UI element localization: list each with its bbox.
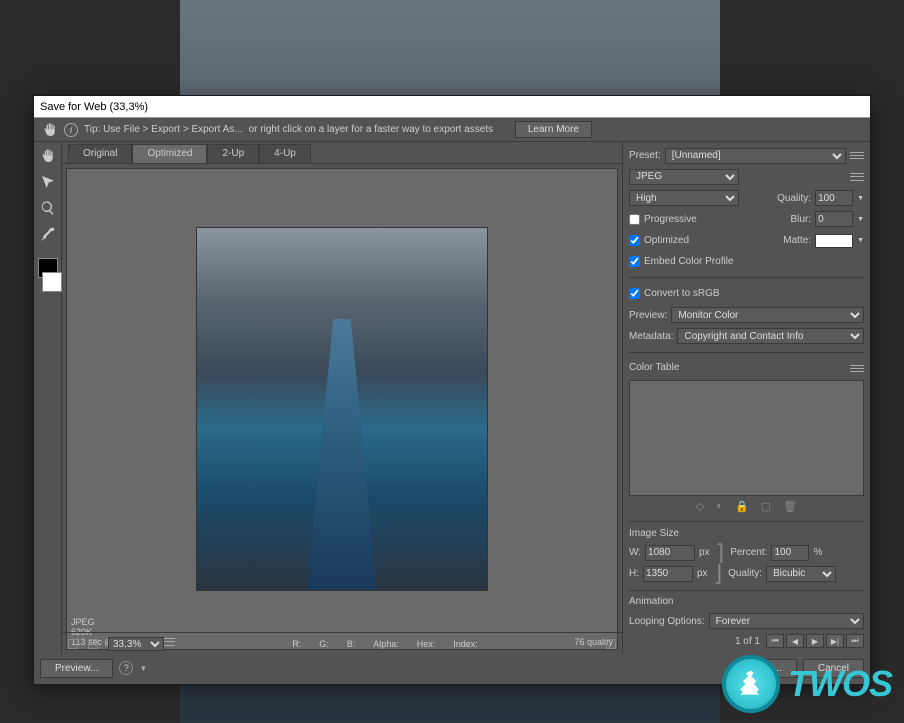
prev-frame-button[interactable]: ◀ <box>786 634 804 648</box>
preset-select[interactable]: [Unnamed] <box>665 148 846 164</box>
slice-select-tool[interactable] <box>38 172 58 192</box>
optimize-menu[interactable] <box>850 172 864 182</box>
tab-2up[interactable]: 2-Up <box>207 144 259 163</box>
preview-area[interactable]: JPEG 620K 113 sec @ 56.6 Kbps 76 quality <box>66 168 618 650</box>
preview-image <box>197 228 487 590</box>
height-label: H: <box>629 568 639 579</box>
settings-panel: Preset: [Unnamed] JPEG High Quality: ▼ P… <box>622 142 870 654</box>
optimized-checkbox[interactable] <box>629 235 640 246</box>
r-readout: R: <box>292 639 301 649</box>
matte-swatch[interactable] <box>815 234 853 248</box>
tab-4up[interactable]: 4-Up <box>259 144 311 163</box>
preview-mode-label: Preview: <box>629 310 667 321</box>
percent-unit: % <box>813 547 822 558</box>
lock-icon[interactable]: 🔒 <box>735 500 749 513</box>
tip-text-prefix: Tip: Use File > Export > Export As... <box>84 124 243 135</box>
hand-tool-icon <box>42 122 58 138</box>
color-table-menu[interactable] <box>850 364 864 374</box>
blur-label: Blur: <box>791 214 812 225</box>
convert-srgb-checkbox[interactable] <box>629 288 640 299</box>
status-bar: 33,3% R: G: B: Alpha: Hex: Index: <box>62 632 622 654</box>
looping-label: Looping Options: <box>629 616 705 627</box>
twos-watermark: TWOS <box>722 655 892 713</box>
height-unit: px <box>697 568 708 579</box>
slice-visibility-icon2[interactable] <box>88 639 98 649</box>
browser-dither-icon[interactable] <box>606 639 616 649</box>
matte-label: Matte: <box>783 235 811 246</box>
hand-tool[interactable] <box>38 146 58 166</box>
ct-icon-4[interactable]: ▢ <box>761 500 771 513</box>
help-dropdown-icon[interactable]: ▼ <box>139 664 147 673</box>
ct-icon-2[interactable]: ◐ <box>716 500 723 512</box>
hex-readout: Hex: <box>417 639 436 649</box>
view-tabs: Original Optimized 2-Up 4-Up <box>62 142 622 164</box>
first-frame-button[interactable]: ⏮ <box>766 634 784 648</box>
width-input[interactable] <box>645 545 695 561</box>
preview-button[interactable]: Preview... <box>40 659 113 678</box>
tab-original[interactable]: Original <box>68 144 132 163</box>
optimized-label: Optimized <box>644 235 689 246</box>
g-readout: G: <box>319 639 329 649</box>
twos-text: TWOS <box>788 663 892 705</box>
color-table-label: Color Table <box>629 362 679 373</box>
image-size-label: Image Size <box>629 528 864 539</box>
tip-bar: i Tip: Use File > Export > Export As... … <box>34 118 870 142</box>
quality-level-select[interactable]: High <box>629 190 739 206</box>
matte-dropdown-icon[interactable]: ▼ <box>857 237 864 244</box>
metadata-label: Metadata: <box>629 331 673 342</box>
zoom-select[interactable]: 33,3% <box>108 637 164 651</box>
embed-profile-label: Embed Color Profile <box>644 256 733 267</box>
toolbar <box>34 142 62 654</box>
width-unit: px <box>699 547 710 558</box>
preview-mode-select[interactable]: Monitor Color <box>671 307 864 323</box>
preset-menu[interactable] <box>850 151 864 161</box>
info-icon: i <box>64 123 78 137</box>
eyedropper-tool[interactable] <box>38 224 58 244</box>
quality-input[interactable] <box>815 190 853 206</box>
learn-more-button[interactable]: Learn More <box>515 121 592 138</box>
alpha-readout: Alpha: <box>373 639 399 649</box>
twos-logo-icon <box>722 655 780 713</box>
format-select[interactable]: JPEG <box>629 169 739 185</box>
looping-select[interactable]: Forever <box>709 613 864 629</box>
save-for-web-dialog: Save for Web (33,3%) i Tip: Use File > E… <box>33 95 871 685</box>
zoom-tool[interactable] <box>38 198 58 218</box>
quality-dropdown-icon[interactable]: ▼ <box>857 195 864 202</box>
embed-profile-checkbox[interactable] <box>629 256 640 267</box>
last-frame-button[interactable]: ⏭ <box>846 634 864 648</box>
width-label: W: <box>629 547 641 558</box>
quality-label: Quality: <box>777 193 811 204</box>
play-button[interactable]: ▶ <box>806 634 824 648</box>
blur-input[interactable] <box>815 211 853 227</box>
preview-format: JPEG <box>71 617 175 627</box>
trash-icon[interactable]: 🗑 <box>783 500 797 513</box>
percent-label: Percent: <box>730 547 767 558</box>
ct-icon-1[interactable]: ◇ <box>696 500 704 513</box>
resample-quality-label: Quality: <box>728 568 762 579</box>
background-color[interactable] <box>42 272 62 292</box>
blur-dropdown-icon[interactable]: ▼ <box>857 216 864 223</box>
frame-info: 1 of 1 <box>735 636 760 647</box>
percent-input[interactable] <box>771 545 809 561</box>
tip-text-suffix: or right click on a layer for a faster w… <box>249 124 494 135</box>
preset-label: Preset: <box>629 150 661 161</box>
dialog-title: Save for Web (33,3%) <box>40 101 148 113</box>
slice-visibility-icon[interactable] <box>68 639 78 649</box>
help-icon[interactable]: ? <box>119 661 133 675</box>
b-readout: B: <box>347 639 356 649</box>
progressive-checkbox[interactable] <box>629 214 640 225</box>
metadata-select[interactable]: Copyright and Contact Info <box>677 328 864 344</box>
resample-quality-select[interactable]: Bicubic <box>766 566 836 582</box>
animation-label: Animation <box>629 596 864 607</box>
index-readout: Index: <box>453 639 478 649</box>
progressive-label: Progressive <box>644 214 697 225</box>
color-table-area[interactable] <box>629 380 864 495</box>
convert-srgb-label: Convert to sRGB <box>644 288 720 299</box>
height-input[interactable] <box>643 566 693 582</box>
dialog-titlebar[interactable]: Save for Web (33,3%) <box>34 96 870 118</box>
next-frame-button[interactable]: ▶| <box>826 634 844 648</box>
tab-optimized[interactable]: Optimized <box>132 144 207 163</box>
